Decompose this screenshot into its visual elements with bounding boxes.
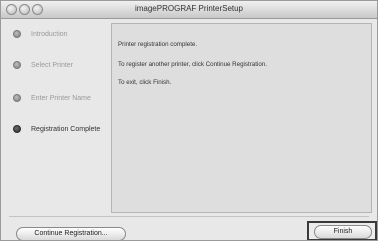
step-label: Registration Complete xyxy=(31,125,101,133)
message-complete: Printer registration complete. xyxy=(118,41,198,48)
step-label: Select Printer xyxy=(31,61,74,69)
title-bar: imagePROGRAF PrinterSetup xyxy=(1,1,377,19)
content-panel: Printer registration complete. To regist… xyxy=(111,23,372,213)
divider xyxy=(9,216,369,217)
window-title: imagePROGRAF PrinterSetup xyxy=(134,4,244,13)
finish-button[interactable]: Finish xyxy=(314,225,372,239)
step-registration-complete: Registration Complete xyxy=(13,125,100,133)
step-bullet-icon xyxy=(13,94,21,102)
setup-window: imagePROGRAF PrinterSetup Introduction S… xyxy=(0,0,378,241)
message-exit: To exit, click Finish. xyxy=(118,79,172,86)
step-label: Enter Printer Name xyxy=(31,94,91,102)
message-register-another: To register another printer, click Conti… xyxy=(118,61,267,68)
continue-registration-button[interactable]: Continue Registration... xyxy=(16,227,126,240)
step-label: Introduction xyxy=(31,30,68,38)
finish-button-highlight: Finish xyxy=(307,221,377,240)
step-bullet-icon xyxy=(13,30,21,38)
step-introduction: Introduction xyxy=(13,30,68,38)
step-select-printer: Select Printer xyxy=(13,61,73,69)
step-bullet-active-icon xyxy=(13,125,21,133)
step-enter-printer-name: Enter Printer Name xyxy=(13,94,91,102)
step-bullet-icon xyxy=(13,61,21,69)
